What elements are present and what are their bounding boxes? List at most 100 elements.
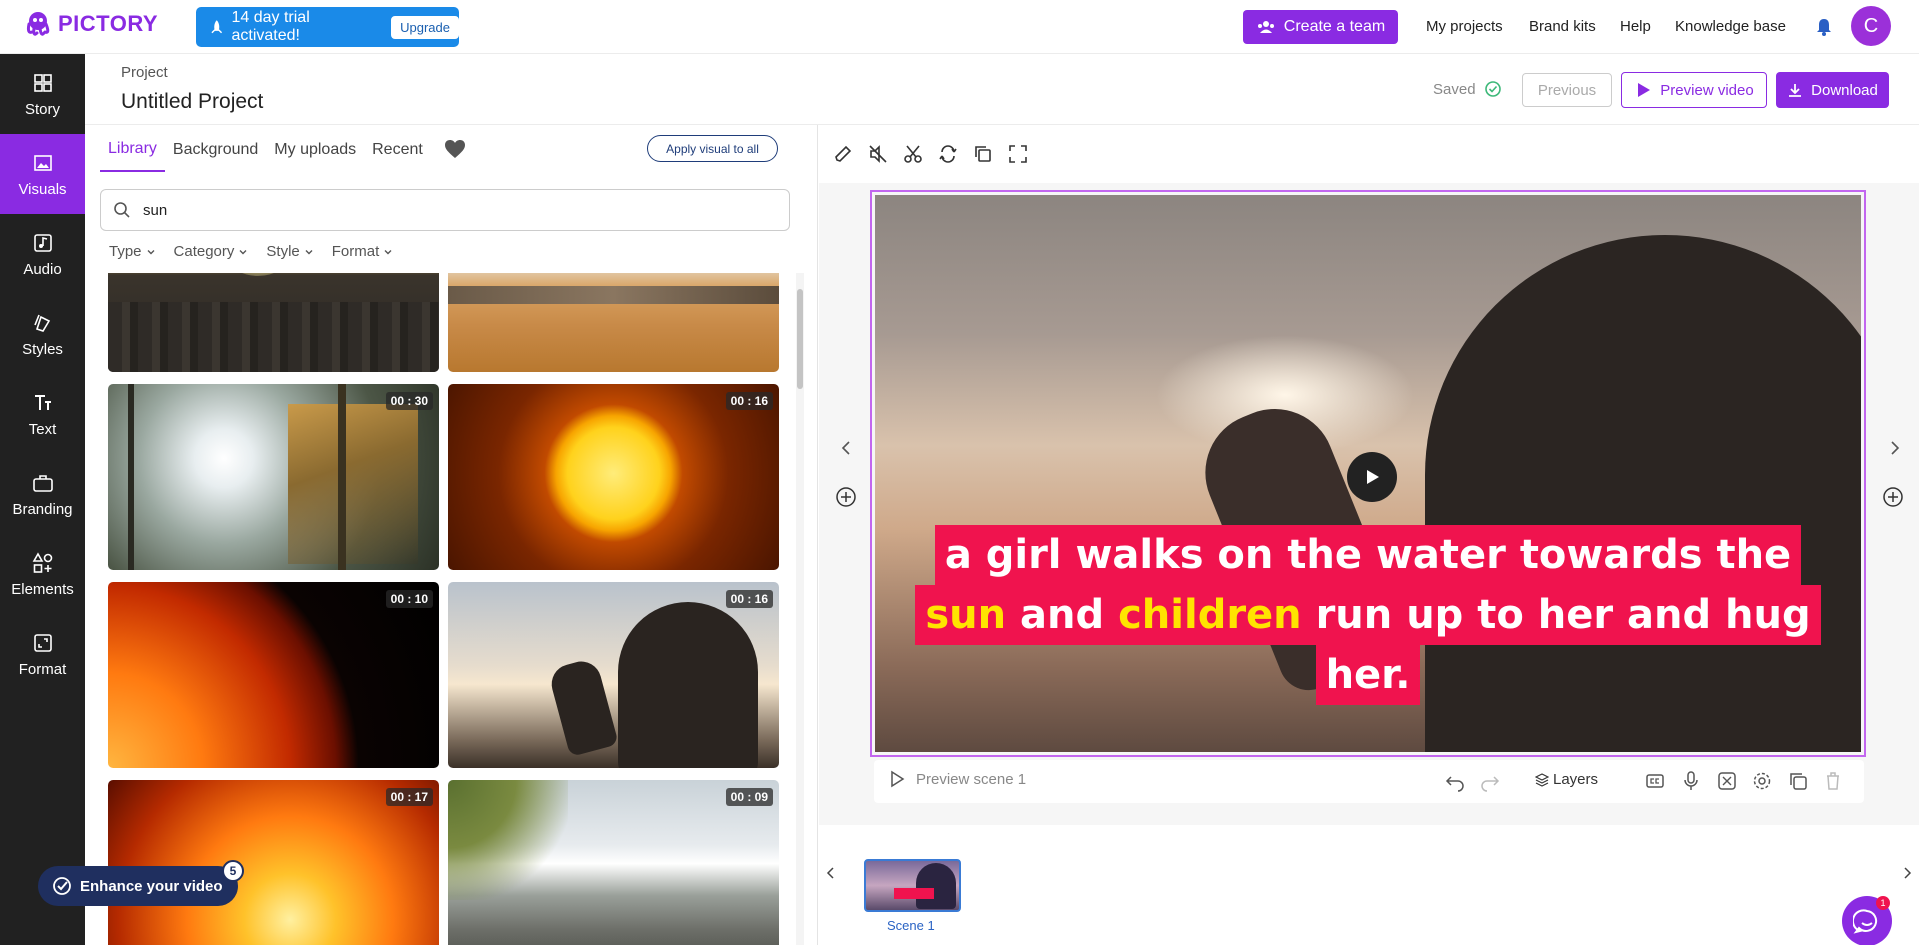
sidebar-item-story[interactable]: Story	[0, 54, 85, 134]
duplicate-scene-icon[interactable]	[1787, 770, 1809, 792]
user-avatar[interactable]: C	[1851, 6, 1891, 46]
sidebar-item-label: Styles	[22, 340, 63, 358]
upgrade-button[interactable]: Upgrade	[391, 15, 459, 39]
download-label: Download	[1811, 81, 1878, 99]
scrollbar-thumb[interactable]	[797, 289, 803, 389]
tab-recent[interactable]: Recent	[364, 127, 431, 171]
play-button[interactable]	[1347, 452, 1397, 502]
tab-library[interactable]: Library	[100, 126, 165, 172]
caption-line-1: a girl walks on the water towards the	[934, 525, 1802, 585]
filter-format[interactable]: Format	[332, 243, 394, 260]
tab-background[interactable]: Background	[165, 127, 266, 171]
visual-thumbnail[interactable]: 00 : 16	[448, 582, 779, 768]
visual-thumbnail[interactable]: 00 : 16	[448, 384, 779, 570]
search-input[interactable]: sun	[143, 202, 167, 219]
fullscreen-icon[interactable]	[1007, 143, 1029, 165]
preview-video-button[interactable]: Preview video	[1621, 72, 1767, 108]
duration-badge: 00 : 16	[725, 590, 773, 608]
sidebar-item-label: Format	[18, 660, 67, 678]
library-scrollbar[interactable]	[796, 273, 804, 945]
story-icon	[33, 73, 52, 92]
heart-icon[interactable]	[443, 137, 467, 161]
scene-1-label[interactable]: Scene 1	[887, 918, 935, 933]
trim-icon[interactable]	[1716, 770, 1738, 792]
visual-thumbnail[interactable]: 00 : 30	[108, 384, 439, 570]
layers-label: Layers	[1553, 771, 1599, 788]
audio-icon	[33, 233, 52, 252]
layers-button[interactable]: Layers	[1535, 771, 1598, 788]
scene-preview-stage[interactable]: a girl walks on the water towards the su…	[870, 190, 1866, 757]
filter-category[interactable]: Category	[174, 243, 249, 260]
nav-knowledge-base[interactable]: Knowledge base	[1675, 18, 1786, 35]
pictory-logo[interactable]: PICTORY	[24, 10, 158, 38]
mute-icon[interactable]	[867, 143, 889, 165]
play-outline-icon	[891, 770, 905, 788]
sidebar-item-styles[interactable]: Styles	[0, 294, 85, 374]
visual-thumbnail[interactable]	[448, 273, 779, 372]
saved-label: Saved	[1433, 80, 1476, 98]
sidebar-item-elements[interactable]: Elements	[0, 534, 85, 614]
previous-button[interactable]: Previous	[1522, 73, 1612, 107]
chevron-right-icon[interactable]	[1899, 865, 1915, 881]
visual-thumbnail[interactable]	[108, 273, 439, 372]
visual-thumbnail[interactable]: 00 : 10	[108, 582, 439, 768]
scissors-icon[interactable]	[902, 143, 924, 165]
project-title[interactable]: Untitled Project	[121, 90, 263, 114]
chevron-right-icon[interactable]	[1885, 438, 1905, 458]
filter-type[interactable]: Type	[109, 243, 156, 260]
sidebar-item-text[interactable]: Text	[0, 374, 85, 454]
chevron-left-icon[interactable]	[823, 865, 839, 881]
bell-icon[interactable]	[1813, 16, 1835, 38]
caption-highlight-children: children	[1118, 592, 1302, 638]
undo-icon[interactable]	[1444, 770, 1466, 792]
sidebar-item-label: Text	[28, 420, 57, 438]
play-icon	[1638, 83, 1651, 97]
add-scene-after-icon[interactable]	[1882, 486, 1904, 508]
microphone-icon[interactable]	[1680, 770, 1702, 792]
trash-icon[interactable]	[1822, 770, 1844, 792]
chevron-down-icon	[239, 249, 247, 254]
nav-my-projects[interactable]: My projects	[1426, 18, 1503, 35]
nav-brand-kits[interactable]: Brand kits	[1529, 18, 1596, 35]
scene-caption[interactable]: a girl walks on the water towards the su…	[875, 525, 1861, 705]
library-tabs: Library Background My uploads Recent	[100, 125, 467, 173]
chat-support-button[interactable]: 1	[1842, 896, 1892, 945]
swap-icon[interactable]	[937, 143, 959, 165]
nav-help[interactable]: Help	[1620, 18, 1651, 35]
check-circle-icon	[53, 877, 71, 895]
format-icon	[33, 633, 52, 652]
duration-badge: 00 : 16	[725, 392, 773, 410]
sidebar-item-label: Visuals	[18, 180, 67, 198]
filter-style[interactable]: Style	[266, 243, 313, 260]
sidebar-item-format[interactable]: Format	[0, 614, 85, 694]
scene-thumbnail[interactable]	[864, 859, 961, 912]
enhance-label: Enhance your video	[80, 877, 223, 895]
duplicate-icon[interactable]	[972, 143, 994, 165]
search-field[interactable]: sun	[100, 189, 790, 231]
download-button[interactable]: Download	[1776, 72, 1889, 108]
preview-scene-button[interactable]: Preview scene 1	[888, 770, 1026, 788]
visual-thumbnail[interactable]: 00 : 17	[108, 780, 439, 945]
visual-thumbnail[interactable]: 00 : 09	[448, 780, 779, 945]
sidebar-item-visuals[interactable]: Visuals	[0, 134, 85, 214]
visuals-library-panel: Library Background My uploads Recent App…	[85, 125, 818, 945]
text-icon	[34, 394, 51, 410]
visuals-grid: 00 : 30 00 : 16 00 : 10 00 : 16 00 : 17 …	[108, 273, 780, 945]
enhance-video-button[interactable]: Enhance your video 5	[38, 860, 244, 906]
chevron-left-icon[interactable]	[836, 438, 856, 458]
scene-controls-bar: Preview scene 1 Layers	[874, 760, 1864, 803]
sidebar-item-audio[interactable]: Audio	[0, 214, 85, 294]
sidebar-item-branding[interactable]: Branding	[0, 454, 85, 534]
apply-visual-to-all-button[interactable]: Apply visual to all	[647, 135, 778, 162]
settings-gear-icon[interactable]	[1751, 770, 1773, 792]
trial-text: 14 day trial activated!	[231, 9, 310, 44]
duration-badge: 00 : 30	[385, 392, 433, 410]
tab-my-uploads[interactable]: My uploads	[266, 127, 364, 171]
caption-line-3: her.	[1315, 645, 1421, 705]
create-team-button[interactable]: Create a team	[1243, 10, 1398, 44]
sidebar: Story Visuals Audio Styles Text Branding…	[0, 54, 85, 945]
redo-icon[interactable]	[1479, 770, 1501, 792]
highlight-pen-icon[interactable]	[832, 143, 854, 165]
captions-icon[interactable]	[1644, 770, 1666, 792]
add-scene-before-icon[interactable]	[835, 486, 857, 508]
